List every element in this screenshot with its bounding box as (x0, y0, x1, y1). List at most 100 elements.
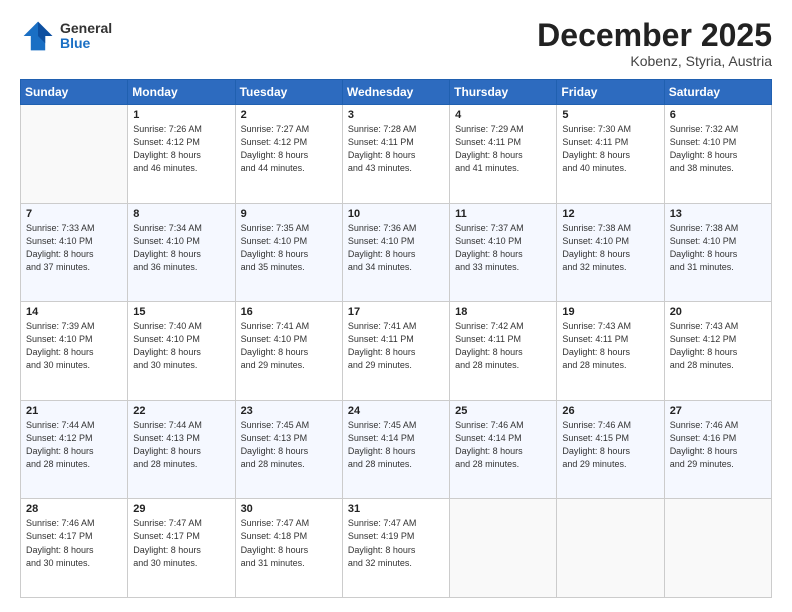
day-of-week-saturday: Saturday (664, 80, 771, 105)
day-number: 31 (348, 503, 444, 515)
day-number: 1 (133, 109, 229, 121)
calendar-cell: 3 Sunrise: 7:28 AM Sunset: 4:11 PM Daylig… (342, 105, 449, 204)
logo-icon (20, 18, 56, 54)
day-number: 12 (562, 208, 658, 220)
day-number: 15 (133, 306, 229, 318)
day-info: Sunrise: 7:37 AM Sunset: 4:10 PM Dayligh… (455, 222, 551, 274)
calendar-cell (450, 499, 557, 598)
calendar-table: SundayMondayTuesdayWednesdayThursdayFrid… (20, 79, 772, 598)
calendar-cell: 28 Sunrise: 7:46 AM Sunset: 4:17 PM Dayli… (21, 499, 128, 598)
calendar-cell: 15 Sunrise: 7:40 AM Sunset: 4:10 PM Dayli… (128, 302, 235, 401)
day-info: Sunrise: 7:44 AM Sunset: 4:13 PM Dayligh… (133, 419, 229, 471)
day-number: 2 (241, 109, 337, 121)
logo-text: General Blue (60, 21, 112, 52)
day-number: 28 (26, 503, 122, 515)
calendar-cell: 24Sunrise: 7:45 AM Sunset: 4:14 PM Dayli… (342, 400, 449, 499)
calendar-cell: 4 Sunrise: 7:29 AM Sunset: 4:11 PM Daylig… (450, 105, 557, 204)
calendar-cell: 1 Sunrise: 7:26 AM Sunset: 4:12 PM Daylig… (128, 105, 235, 204)
calendar-cell: 23 Sunrise: 7:45 AM Sunset: 4:13 PM Dayli… (235, 400, 342, 499)
logo-blue: Blue (60, 36, 112, 51)
calendar-week-2: 7Sunrise: 7:33 AM Sunset: 4:10 PM Daylig… (21, 203, 772, 302)
day-number: 18 (455, 306, 551, 318)
day-info: Sunrise: 7:30 AM Sunset: 4:11 PM Dayligh… (562, 123, 658, 175)
day-info: Sunrise: 7:46 AM Sunset: 4:17 PM Dayligh… (26, 517, 122, 569)
day-info: Sunrise: 7:38 AM Sunset: 4:10 PM Dayligh… (562, 222, 658, 274)
day-number: 7 (26, 208, 122, 220)
day-number: 9 (241, 208, 337, 220)
day-info: Sunrise: 7:36 AM Sunset: 4:10 PM Dayligh… (348, 222, 444, 274)
calendar-cell: 11 Sunrise: 7:37 AM Sunset: 4:10 PM Dayli… (450, 203, 557, 302)
calendar-week-5: 28 Sunrise: 7:46 AM Sunset: 4:17 PM Dayli… (21, 499, 772, 598)
calendar-cell (21, 105, 128, 204)
calendar-cell: 2 Sunrise: 7:27 AM Sunset: 4:12 PM Daylig… (235, 105, 342, 204)
calendar-cell: 20 Sunrise: 7:43 AM Sunset: 4:12 PM Dayli… (664, 302, 771, 401)
calendar-week-4: 21 Sunrise: 7:44 AM Sunset: 4:12 PM Dayli… (21, 400, 772, 499)
day-number: 17 (348, 306, 444, 318)
calendar-cell: 9 Sunrise: 7:35 AM Sunset: 4:10 PM Daylig… (235, 203, 342, 302)
calendar-cell: 8Sunrise: 7:34 AM Sunset: 4:10 PM Daylig… (128, 203, 235, 302)
logo: General Blue (20, 18, 112, 54)
calendar-cell: 7Sunrise: 7:33 AM Sunset: 4:10 PM Daylig… (21, 203, 128, 302)
calendar-cell: 17 Sunrise: 7:41 AM Sunset: 4:11 PM Dayli… (342, 302, 449, 401)
day-info: Sunrise: 7:45 AM Sunset: 4:13 PM Dayligh… (241, 419, 337, 471)
day-info: Sunrise: 7:32 AM Sunset: 4:10 PM Dayligh… (670, 123, 766, 175)
day-info: Sunrise: 7:38 AM Sunset: 4:10 PM Dayligh… (670, 222, 766, 274)
day-info: Sunrise: 7:39 AM Sunset: 4:10 PM Dayligh… (26, 320, 122, 372)
logo-general: General (60, 21, 112, 36)
calendar-cell (664, 499, 771, 598)
day-info: Sunrise: 7:46 AM Sunset: 4:14 PM Dayligh… (455, 419, 551, 471)
day-info: Sunrise: 7:43 AM Sunset: 4:12 PM Dayligh… (670, 320, 766, 372)
day-number: 26 (562, 405, 658, 417)
day-of-week-friday: Friday (557, 80, 664, 105)
calendar-cell: 6 Sunrise: 7:32 AM Sunset: 4:10 PM Daylig… (664, 105, 771, 204)
day-number: 29 (133, 503, 229, 515)
day-number: 11 (455, 208, 551, 220)
day-info: Sunrise: 7:45 AM Sunset: 4:14 PM Dayligh… (348, 419, 444, 471)
day-number: 20 (670, 306, 766, 318)
day-info: Sunrise: 7:29 AM Sunset: 4:11 PM Dayligh… (455, 123, 551, 175)
calendar-cell: 25Sunrise: 7:46 AM Sunset: 4:14 PM Dayli… (450, 400, 557, 499)
day-info: Sunrise: 7:26 AM Sunset: 4:12 PM Dayligh… (133, 123, 229, 175)
day-info: Sunrise: 7:40 AM Sunset: 4:10 PM Dayligh… (133, 320, 229, 372)
calendar-cell: 13 Sunrise: 7:38 AM Sunset: 4:10 PM Dayli… (664, 203, 771, 302)
day-info: Sunrise: 7:35 AM Sunset: 4:10 PM Dayligh… (241, 222, 337, 274)
calendar-week-1: 1 Sunrise: 7:26 AM Sunset: 4:12 PM Daylig… (21, 105, 772, 204)
calendar-cell: 5Sunrise: 7:30 AM Sunset: 4:11 PM Daylig… (557, 105, 664, 204)
header: General Blue December 2025 Kobenz, Styri… (20, 18, 772, 69)
day-number: 19 (562, 306, 658, 318)
calendar-cell: 21 Sunrise: 7:44 AM Sunset: 4:12 PM Dayli… (21, 400, 128, 499)
day-info: Sunrise: 7:46 AM Sunset: 4:16 PM Dayligh… (670, 419, 766, 471)
day-info: Sunrise: 7:46 AM Sunset: 4:15 PM Dayligh… (562, 419, 658, 471)
day-info: Sunrise: 7:44 AM Sunset: 4:12 PM Dayligh… (26, 419, 122, 471)
calendar-cell: 29 Sunrise: 7:47 AM Sunset: 4:17 PM Dayli… (128, 499, 235, 598)
calendar-week-3: 14Sunrise: 7:39 AM Sunset: 4:10 PM Dayli… (21, 302, 772, 401)
day-info: Sunrise: 7:47 AM Sunset: 4:17 PM Dayligh… (133, 517, 229, 569)
day-number: 4 (455, 109, 551, 121)
calendar-cell: 18 Sunrise: 7:42 AM Sunset: 4:11 PM Dayli… (450, 302, 557, 401)
day-info: Sunrise: 7:43 AM Sunset: 4:11 PM Dayligh… (562, 320, 658, 372)
day-of-week-monday: Monday (128, 80, 235, 105)
day-of-week-thursday: Thursday (450, 80, 557, 105)
calendar-cell: 30 Sunrise: 7:47 AM Sunset: 4:18 PM Dayli… (235, 499, 342, 598)
day-number: 23 (241, 405, 337, 417)
day-number: 6 (670, 109, 766, 121)
day-info: Sunrise: 7:34 AM Sunset: 4:10 PM Dayligh… (133, 222, 229, 274)
day-number: 10 (348, 208, 444, 220)
day-number: 30 (241, 503, 337, 515)
calendar-header-row: SundayMondayTuesdayWednesdayThursdayFrid… (21, 80, 772, 105)
calendar-cell: 22Sunrise: 7:44 AM Sunset: 4:13 PM Dayli… (128, 400, 235, 499)
day-info: Sunrise: 7:27 AM Sunset: 4:12 PM Dayligh… (241, 123, 337, 175)
day-info: Sunrise: 7:28 AM Sunset: 4:11 PM Dayligh… (348, 123, 444, 175)
day-info: Sunrise: 7:41 AM Sunset: 4:11 PM Dayligh… (348, 320, 444, 372)
calendar-cell: 12 Sunrise: 7:38 AM Sunset: 4:10 PM Dayli… (557, 203, 664, 302)
day-info: Sunrise: 7:41 AM Sunset: 4:10 PM Dayligh… (241, 320, 337, 372)
page: General Blue December 2025 Kobenz, Styri… (0, 0, 792, 612)
day-info: Sunrise: 7:47 AM Sunset: 4:18 PM Dayligh… (241, 517, 337, 569)
calendar-cell: 19 Sunrise: 7:43 AM Sunset: 4:11 PM Dayli… (557, 302, 664, 401)
day-number: 21 (26, 405, 122, 417)
month-title: December 2025 (537, 18, 772, 53)
day-info: Sunrise: 7:42 AM Sunset: 4:11 PM Dayligh… (455, 320, 551, 372)
day-number: 3 (348, 109, 444, 121)
day-number: 13 (670, 208, 766, 220)
day-of-week-tuesday: Tuesday (235, 80, 342, 105)
